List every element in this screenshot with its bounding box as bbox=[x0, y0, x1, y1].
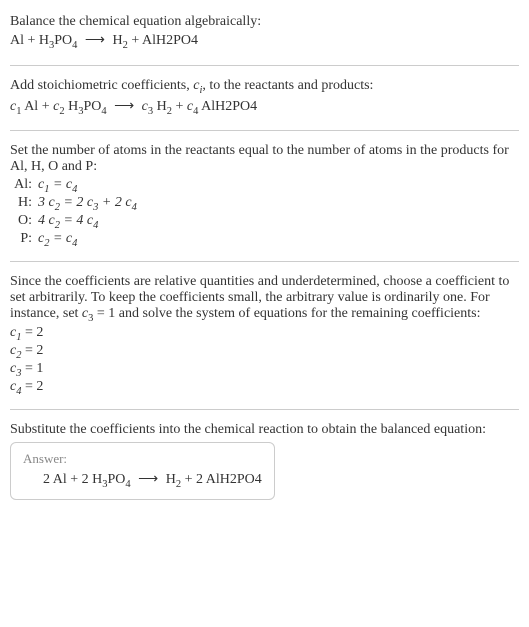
atom-label: P: bbox=[10, 231, 38, 247]
atom-row: O: 4 c2 = 4 c4 bbox=[10, 213, 519, 231]
final-text: Substitute the coefficients into the che… bbox=[10, 422, 519, 438]
intro-text: Balance the chemical equation algebraica… bbox=[10, 14, 519, 30]
coeff-row: c1 = 2 bbox=[10, 325, 519, 343]
solve-text: Since the coefficients are relative quan… bbox=[10, 274, 519, 324]
balanced-equation: 2 Al + 2 H3PO4 ⟶ H2 + 2 AlH2PO4 bbox=[23, 471, 262, 490]
coeff-row: c3 = 1 bbox=[10, 361, 519, 379]
atom-label: Al: bbox=[10, 177, 38, 193]
atom-row: Al: c1 = c4 bbox=[10, 177, 519, 195]
coeff-row: c2 = 2 bbox=[10, 343, 519, 361]
answer-label: Answer: bbox=[23, 451, 262, 467]
atoms-section: Set the number of atoms in the reactants… bbox=[10, 137, 519, 254]
arrow-icon: ⟶ bbox=[110, 99, 138, 114]
unbalanced-equation: Al + H3PO4 ⟶ H2 + AlH2PO4 bbox=[10, 32, 519, 51]
solve-section: Since the coefficients are relative quan… bbox=[10, 268, 519, 403]
coeff-list: c1 = 2c2 = 2c3 = 1c4 = 2 bbox=[10, 325, 519, 396]
atom-row: P: c2 = c4 bbox=[10, 231, 519, 249]
divider bbox=[10, 65, 519, 66]
atom-equation: 4 c2 = 4 c4 bbox=[38, 213, 98, 231]
atom-equation: 3 c2 = 2 c3 + 2 c4 bbox=[38, 195, 137, 213]
stoich-section: Add stoichiometric coefficients, ci, to … bbox=[10, 72, 519, 125]
stoich-equation: c1 Al + c2 H3PO4 ⟶ c3 H2 + c4 AlH2PO4 bbox=[10, 98, 519, 117]
atom-label: O: bbox=[10, 213, 38, 229]
intro-section: Balance the chemical equation algebraica… bbox=[10, 8, 519, 59]
arrow-icon: ⟶ bbox=[134, 472, 162, 487]
stoich-text: Add stoichiometric coefficients, ci, to … bbox=[10, 78, 519, 96]
atoms-intro: Set the number of atoms in the reactants… bbox=[10, 143, 519, 175]
divider bbox=[10, 261, 519, 262]
coeff-row: c4 = 2 bbox=[10, 379, 519, 397]
atom-equation: c2 = c4 bbox=[38, 231, 77, 249]
atom-label: H: bbox=[10, 195, 38, 211]
final-section: Substitute the coefficients into the che… bbox=[10, 416, 519, 507]
answer-box: Answer: 2 Al + 2 H3PO4 ⟶ H2 + 2 AlH2PO4 bbox=[10, 442, 275, 501]
arrow-icon: ⟶ bbox=[81, 33, 109, 48]
atom-row: H: 3 c2 = 2 c3 + 2 c4 bbox=[10, 195, 519, 213]
atoms-table: Al: c1 = c4 H: 3 c2 = 2 c3 + 2 c4 O: 4 c… bbox=[10, 177, 519, 248]
divider bbox=[10, 130, 519, 131]
atom-equation: c1 = c4 bbox=[38, 177, 77, 195]
divider bbox=[10, 409, 519, 410]
